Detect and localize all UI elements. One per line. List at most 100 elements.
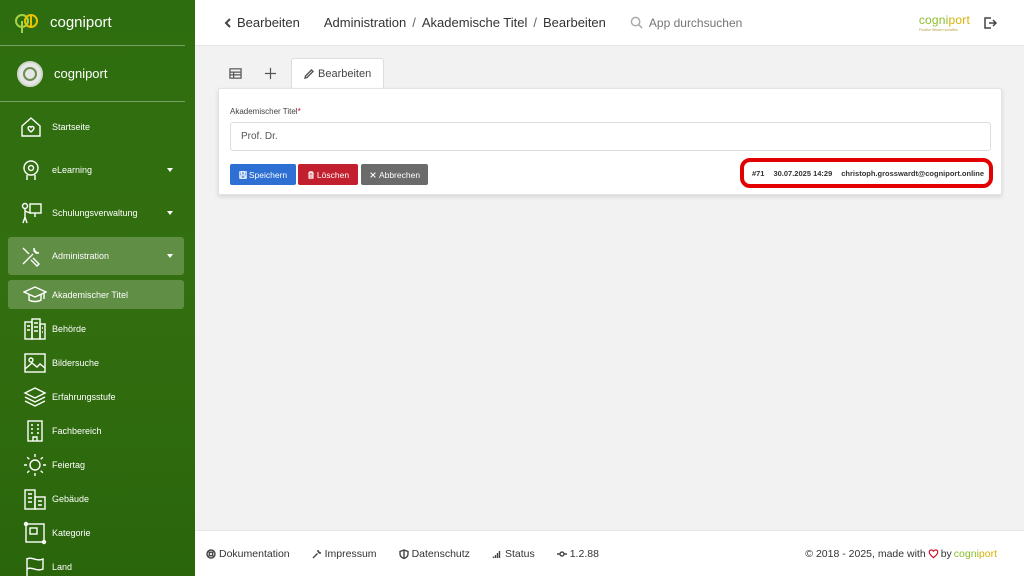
footer-version-label: 1.2.88 [569, 547, 599, 560]
sidebar-item-label: Behörde [52, 323, 87, 334]
sidebar-brand-name: cogniport [50, 14, 112, 31]
shield-icon [398, 548, 409, 559]
footer: Dokumentation Impressum Datenschutz Stat… [195, 530, 1024, 576]
sidebar-item-feiertag[interactable]: Feiertag [8, 450, 184, 479]
sidebar-item-label: Startseite [52, 122, 91, 132]
chevron-down-icon [167, 211, 173, 215]
sidebar-item-label: Fachbereich [52, 425, 102, 436]
delete-button[interactable]: Löschen [298, 164, 358, 185]
trash-icon [308, 170, 314, 179]
sidebar-item-erfahrungsstufe[interactable]: Erfahrungsstufe [8, 382, 184, 411]
copyright-brand-a: cogni [953, 547, 979, 560]
heart-icon [928, 549, 939, 559]
brand-logo: cogniport Positive Wissen schaffen [919, 13, 970, 32]
floppy-icon [239, 170, 247, 179]
presentation-icon [18, 200, 44, 226]
sidebar-item-startseite[interactable]: Startseite [8, 108, 184, 146]
sidebar-item-fachbereich[interactable]: Fachbereich [8, 416, 184, 445]
tab-add[interactable] [253, 58, 288, 89]
sidebar-item-label: eLearning [52, 165, 93, 175]
footer-imprint-link[interactable]: Impressum [312, 548, 377, 560]
page-title: Bearbeiten [237, 15, 300, 30]
sidebar-item-label: Feiertag [52, 459, 86, 470]
sidebar-item-gebaeude[interactable]: Gebäude [8, 484, 184, 513]
sidebar-item-label: Bildersuche [52, 357, 100, 368]
chevron-left-icon [224, 17, 231, 28]
required-mark: * [297, 107, 301, 116]
record-user-email: christoph.grosswardt@cogniport.online [841, 168, 984, 178]
breadcrumb-separator: / [412, 15, 416, 30]
sidebar-item-administration[interactable]: Administration [8, 237, 184, 275]
plus-icon [264, 67, 277, 80]
sidebar-brand[interactable]: cogniport [0, 0, 185, 46]
footer-documentation-link[interactable]: Dokumentation [206, 548, 290, 560]
copyright-brand[interactable]: cogniport [954, 548, 997, 560]
sidebar-item-label: Schulungsverwaltung [52, 208, 138, 218]
cogniport-logo-icon [15, 13, 38, 33]
record-id: #71 [751, 168, 765, 178]
category-icon [22, 520, 48, 546]
sidebar-item-bildersuche[interactable]: Bildersuche [8, 348, 184, 377]
tab-list-view[interactable] [218, 58, 253, 89]
breadcrumb-item: Bearbeiten [543, 15, 606, 30]
field-label-text: Akademischer Titel [230, 107, 298, 116]
logout-button[interactable] [983, 16, 998, 30]
tab-edit-label: Bearbeiten [318, 68, 372, 80]
copyright-text: © 2018 - 2025, made with [805, 547, 926, 560]
sidebar-user-name: cogniport [54, 66, 108, 81]
sidebar-item-label: Erfahrungsstufe [52, 391, 116, 402]
sidebar-item-label: Land [52, 561, 73, 572]
brand-tagline: Positive Wissen schaffen [918, 28, 958, 32]
save-button[interactable]: Speichern [230, 164, 296, 185]
sidebar-user[interactable]: cogniport [0, 46, 185, 102]
copyright-by: by [940, 547, 952, 560]
record-timestamp: 30.07.2025 14:29 [773, 168, 833, 178]
sidebar-nav: Startseite eLearning Schulungsverwaltung… [0, 102, 195, 576]
sun-icon [22, 452, 48, 478]
close-icon [370, 171, 376, 178]
breadcrumb-item[interactable]: Akademische Titel [422, 15, 528, 30]
field-label: Akademischer Titel* [230, 107, 301, 116]
signal-icon [492, 550, 501, 558]
sidebar-item-akademischer-titel[interactable]: Akademischer Titel [8, 280, 184, 309]
footer-status-link[interactable]: Status [492, 548, 535, 560]
sidebar: cogniport cogniport Startseite eLearning… [0, 0, 195, 576]
footer-imprint-label: Impressum [324, 547, 377, 560]
sidebar-item-behoerde[interactable]: Behörde [8, 314, 184, 343]
tools-icon [18, 243, 44, 269]
footer-status-label: Status [504, 547, 535, 560]
office-icon [22, 418, 48, 444]
tab-edit[interactable]: Bearbeiten [291, 58, 385, 89]
copyright-brand-b: port [978, 547, 997, 560]
sidebar-item-land[interactable]: Land [8, 552, 184, 576]
pencil-icon [304, 69, 314, 79]
sidebar-item-label: Akademischer Titel [52, 289, 129, 300]
sidebar-item-schulungsverwaltung[interactable]: Schulungsverwaltung [8, 194, 184, 232]
buildings-icon [22, 486, 48, 512]
sidebar-item-label: Kategorie [52, 527, 91, 538]
breadcrumb-item[interactable]: Administration [324, 15, 406, 30]
flag-icon [22, 554, 48, 576]
elearning-icon [18, 157, 44, 183]
back-button[interactable] [220, 15, 236, 31]
graduation-cap-icon [22, 282, 48, 308]
footer-privacy-label: Datenschutz [411, 547, 470, 560]
footer-documentation-label: Dokumentation [219, 547, 290, 560]
academic-title-input[interactable] [230, 122, 991, 151]
footer-privacy-link[interactable]: Datenschutz [398, 547, 470, 560]
home-heart-icon [18, 114, 44, 140]
record-meta-info: #71 30.07.2025 14:29 christoph.grossward… [739, 158, 993, 188]
sidebar-item-kategorie[interactable]: Kategorie [8, 518, 184, 547]
sidebar-item-label: Gebäude [52, 493, 90, 504]
sidebar-item-elearning[interactable]: eLearning [8, 151, 184, 189]
footer-version: 1.2.88 [556, 547, 599, 560]
chevron-down-icon [167, 254, 173, 258]
cancel-button[interactable]: Abbrechen [361, 164, 428, 185]
search-input[interactable] [648, 15, 789, 30]
delete-button-label: Löschen [316, 169, 350, 180]
logout-icon [984, 17, 998, 29]
top-bar: Bearbeiten Administration / Akademische … [195, 0, 1024, 46]
avatar [17, 60, 43, 87]
table-icon [229, 68, 242, 79]
footer-copyright: © 2018 - 2025, made with by cogniport [805, 548, 997, 560]
